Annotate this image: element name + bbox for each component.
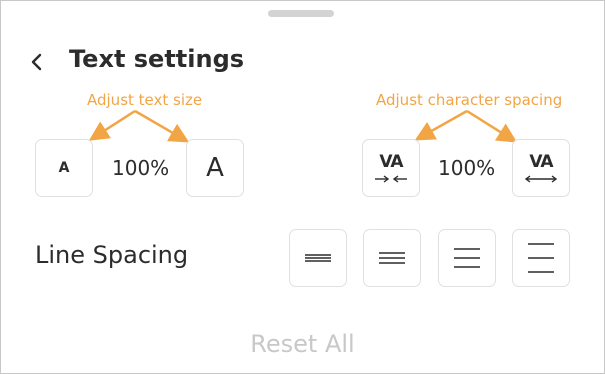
line-spacing-option-wide[interactable] [438,229,496,287]
annotation-char-spacing: Adjust character spacing [376,91,563,109]
line-spacing-option-widest[interactable] [512,229,570,287]
line-spacing-wide-icon [454,247,480,269]
increase-text-size-button[interactable]: A [186,139,244,197]
text-size-value: 100% [112,156,170,180]
decrease-text-size-button[interactable]: A [35,139,93,197]
line-spacing-widest-icon [528,243,554,273]
va-glyph-decrease: VA [379,151,403,172]
line-spacing-option-normal[interactable] [363,229,421,287]
line-spacing-option-tight[interactable] [289,229,347,287]
line-spacing-tight-icon [305,251,331,265]
va-glyph-increase: VA [529,151,553,172]
char-spacing-value: 100% [438,156,496,180]
arrows-outward-icon [524,174,558,183]
arrows-inward-icon [375,174,407,183]
increase-char-spacing-button[interactable]: VA [512,139,570,197]
decrease-char-spacing-button[interactable]: VA [362,139,420,197]
line-spacing-normal-icon [379,250,405,266]
text-settings-panel: Text settings Adjust text size Adjust ch… [0,0,605,374]
large-a-icon: A [206,153,224,183]
reset-all-button[interactable]: Reset All [1,330,604,358]
small-a-icon: A [58,160,70,176]
line-spacing-label: Line Spacing [35,241,189,269]
